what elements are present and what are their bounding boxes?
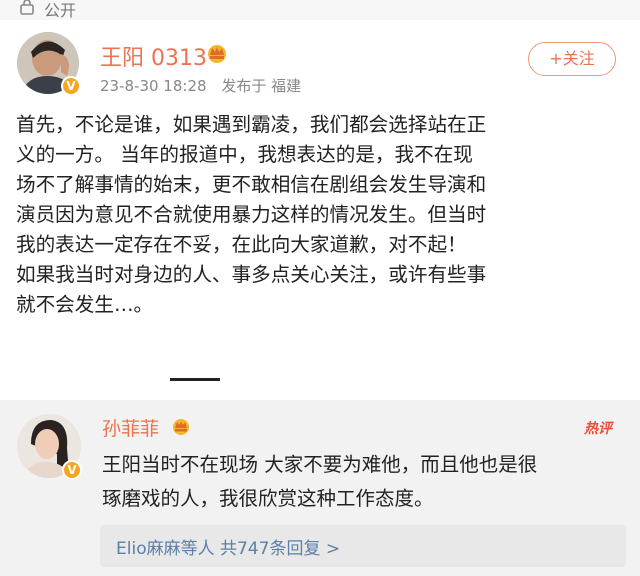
post-line: 就不会发生…。 [16, 293, 154, 316]
author-name[interactable]: 王阳 0313 [100, 40, 207, 72]
commenter-name[interactable]: 孙菲菲 [102, 414, 159, 441]
post-content: 首先，不论是谁，如果遇到霸凌，我们都会选择站在正 义的一方。 当年的报道中，我想… [16, 110, 628, 320]
comment-line: 王阳当时不在现场 大家不要为难他，而且他也是很 [102, 453, 538, 476]
post-source: 发布于 福建 [221, 77, 302, 95]
post-line: 义的一方。 当年的报道中，我想表达的是，我不在现 [16, 143, 473, 166]
verified-badge: V [62, 460, 82, 480]
crown-icon [208, 45, 226, 63]
comment-line: 琢磨戏的人，我很欣赏这种工作态度。 [102, 487, 434, 510]
replies-link[interactable]: Elio麻麻等人 共747条回复 > [116, 534, 340, 559]
post-meta: 23-8-30 18:28 发布于 福建 [100, 75, 311, 96]
comment-content: 王阳当时不在现场 大家不要为难他，而且他也是很 琢磨戏的人，我很欣赏这种工作态度… [102, 448, 632, 516]
follow-button[interactable]: +关注 [528, 42, 616, 76]
post-line: 我的表达一定存在不妥，在此向大家道歉，对不起！ [16, 233, 467, 256]
post-date: 23-8-30 18:28 [100, 77, 207, 95]
post-line: 如果我当时对身边的人、事多点关心关注，或许有些事 [16, 263, 487, 286]
replies-box[interactable]: Elio麻麻等人 共747条回复 > [100, 525, 626, 567]
hot-comment-tag: 热评 [584, 421, 612, 437]
lock-icon [20, 0, 34, 15]
visibility-label: 公开 [44, 1, 77, 20]
section-divider [170, 378, 220, 381]
post-line: 演员因为意见不合就使用暴力这样的情况发生。但当时 [16, 203, 487, 226]
visibility-bar: 公开 [0, 0, 640, 21]
crown-icon [173, 419, 189, 435]
post-line: 场不了解事情的始末，更不敢相信在剧组会发生导演和 [16, 173, 487, 196]
verified-badge: V [61, 76, 81, 96]
post-line: 首先，不论是谁，如果遇到霸凌，我们都会选择站在正 [16, 113, 487, 136]
